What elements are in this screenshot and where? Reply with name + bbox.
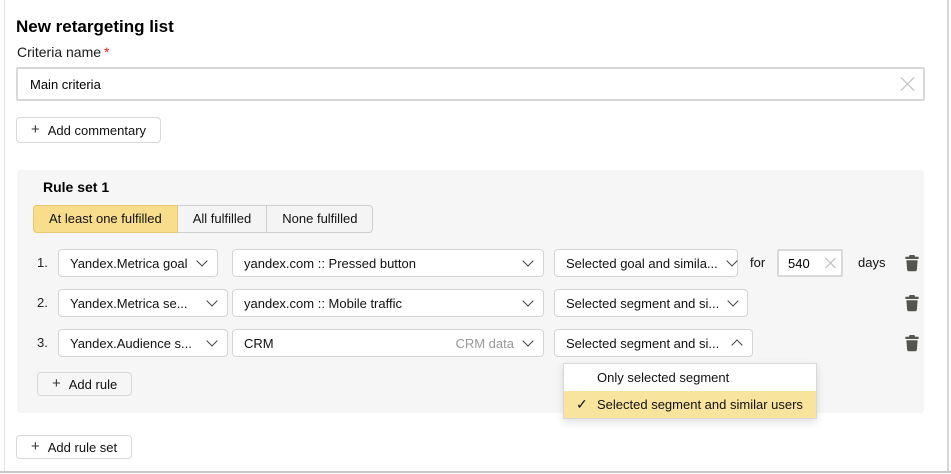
rule-3-condition-select[interactable]: CRM CRM data xyxy=(232,329,544,357)
clear-days-icon[interactable] xyxy=(824,257,837,270)
checkmark-icon: ✓ xyxy=(576,391,588,418)
menu-item-selected-segment-and-similar[interactable]: ✓ Selected segment and similar users xyxy=(564,391,816,418)
chevron-down-icon xyxy=(196,255,207,266)
delete-rule-1-button[interactable] xyxy=(901,249,923,277)
rule-number: 3. xyxy=(37,329,48,357)
chevron-down-icon xyxy=(522,295,533,306)
rule-2-condition-value: yandex.com :: Mobile traffic xyxy=(244,296,514,311)
rule-2-audience-value: Selected segment and si... xyxy=(566,296,719,311)
tab-none-fulfilled[interactable]: None fulfilled xyxy=(266,205,373,233)
days-label: days xyxy=(858,249,885,277)
rule-1-condition-select[interactable]: yandex.com :: Pressed button xyxy=(232,249,544,277)
add-rule-button[interactable]: + Add rule xyxy=(37,372,132,396)
chevron-up-icon xyxy=(731,339,742,350)
rule-1-source-select[interactable]: Yandex.Metrica goal xyxy=(58,249,218,277)
add-rule-set-button[interactable]: + Add rule set xyxy=(16,435,132,459)
rule-3-source-select[interactable]: Yandex.Audience s... xyxy=(58,329,228,357)
plus-icon: + xyxy=(52,375,61,392)
rule-3-condition-type: CRM data xyxy=(455,336,514,351)
page-title: New retargeting list xyxy=(16,17,174,37)
chevron-down-icon xyxy=(206,335,217,346)
rule-number: 1. xyxy=(37,249,48,277)
chevron-down-icon xyxy=(728,295,739,306)
criteria-name-label: Criteria name* xyxy=(17,44,109,60)
criteria-name-field xyxy=(16,67,925,101)
for-label: for xyxy=(750,249,765,277)
match-condition-tabs: At least one fulfilled All fulfilled Non… xyxy=(33,205,373,233)
tab-at-least-one-fulfilled[interactable]: At least one fulfilled xyxy=(33,205,178,233)
chevron-down-icon xyxy=(726,255,737,266)
rule-row-2: 2. Yandex.Metrica se... yandex.com :: Mo… xyxy=(17,289,924,317)
criteria-name-label-text: Criteria name xyxy=(17,44,101,60)
add-rule-set-label: Add rule set xyxy=(48,440,117,455)
plus-icon: + xyxy=(31,121,40,138)
rule-3-source-value: Yandex.Audience s... xyxy=(70,336,198,351)
chevron-down-icon xyxy=(206,295,217,306)
trash-icon xyxy=(904,334,920,352)
chevron-down-icon xyxy=(522,335,533,346)
page-left-border xyxy=(4,0,5,471)
tab-all-fulfilled[interactable]: All fulfilled xyxy=(177,205,268,233)
rule-row-1: 1. Yandex.Metrica goal yandex.com :: Pre… xyxy=(17,249,924,277)
clear-input-icon[interactable] xyxy=(899,76,916,93)
audience-dropdown-menu: Only selected segment ✓ Selected segment… xyxy=(563,363,817,419)
rule-2-source-select[interactable]: Yandex.Metrica se... xyxy=(58,289,228,317)
menu-item-only-selected-segment[interactable]: Only selected segment xyxy=(564,364,816,391)
rule-1-audience-value: Selected goal and simila... xyxy=(566,256,718,271)
trash-icon xyxy=(904,254,920,272)
rule-2-audience-select[interactable]: Selected segment and si... xyxy=(554,289,748,317)
chevron-down-icon xyxy=(522,255,533,266)
page-right-border xyxy=(947,0,949,471)
add-commentary-label: Add commentary xyxy=(48,123,146,138)
rule-set-title: Rule set 1 xyxy=(43,179,109,195)
add-rule-label: Add rule xyxy=(69,377,117,392)
rule-2-source-value: Yandex.Metrica se... xyxy=(70,296,198,311)
required-asterisk: * xyxy=(104,44,109,60)
rule-number: 2. xyxy=(37,289,48,317)
criteria-name-input[interactable] xyxy=(16,67,925,101)
delete-rule-2-button[interactable] xyxy=(901,289,923,317)
rule-1-audience-select[interactable]: Selected goal and simila... xyxy=(554,249,738,277)
page-bottom-border xyxy=(0,471,951,473)
plus-icon: + xyxy=(31,438,40,455)
trash-icon xyxy=(904,294,920,312)
rule-3-audience-value: Selected segment and si... xyxy=(566,336,723,351)
rule-3-condition-value: CRM xyxy=(244,336,455,351)
rule-row-3: 3. Yandex.Audience s... CRM CRM data Sel… xyxy=(17,329,924,357)
rule-3-audience-select[interactable]: Selected segment and si... xyxy=(554,329,753,357)
rule-1-condition-value: yandex.com :: Pressed button xyxy=(244,256,514,271)
menu-item-label: Selected segment and similar users xyxy=(597,397,803,412)
rule-1-source-value: Yandex.Metrica goal xyxy=(70,256,188,271)
days-field xyxy=(777,249,843,277)
add-commentary-button[interactable]: + Add commentary xyxy=(16,117,161,143)
delete-rule-3-button[interactable] xyxy=(901,329,923,357)
rule-2-condition-select[interactable]: yandex.com :: Mobile traffic xyxy=(232,289,544,317)
